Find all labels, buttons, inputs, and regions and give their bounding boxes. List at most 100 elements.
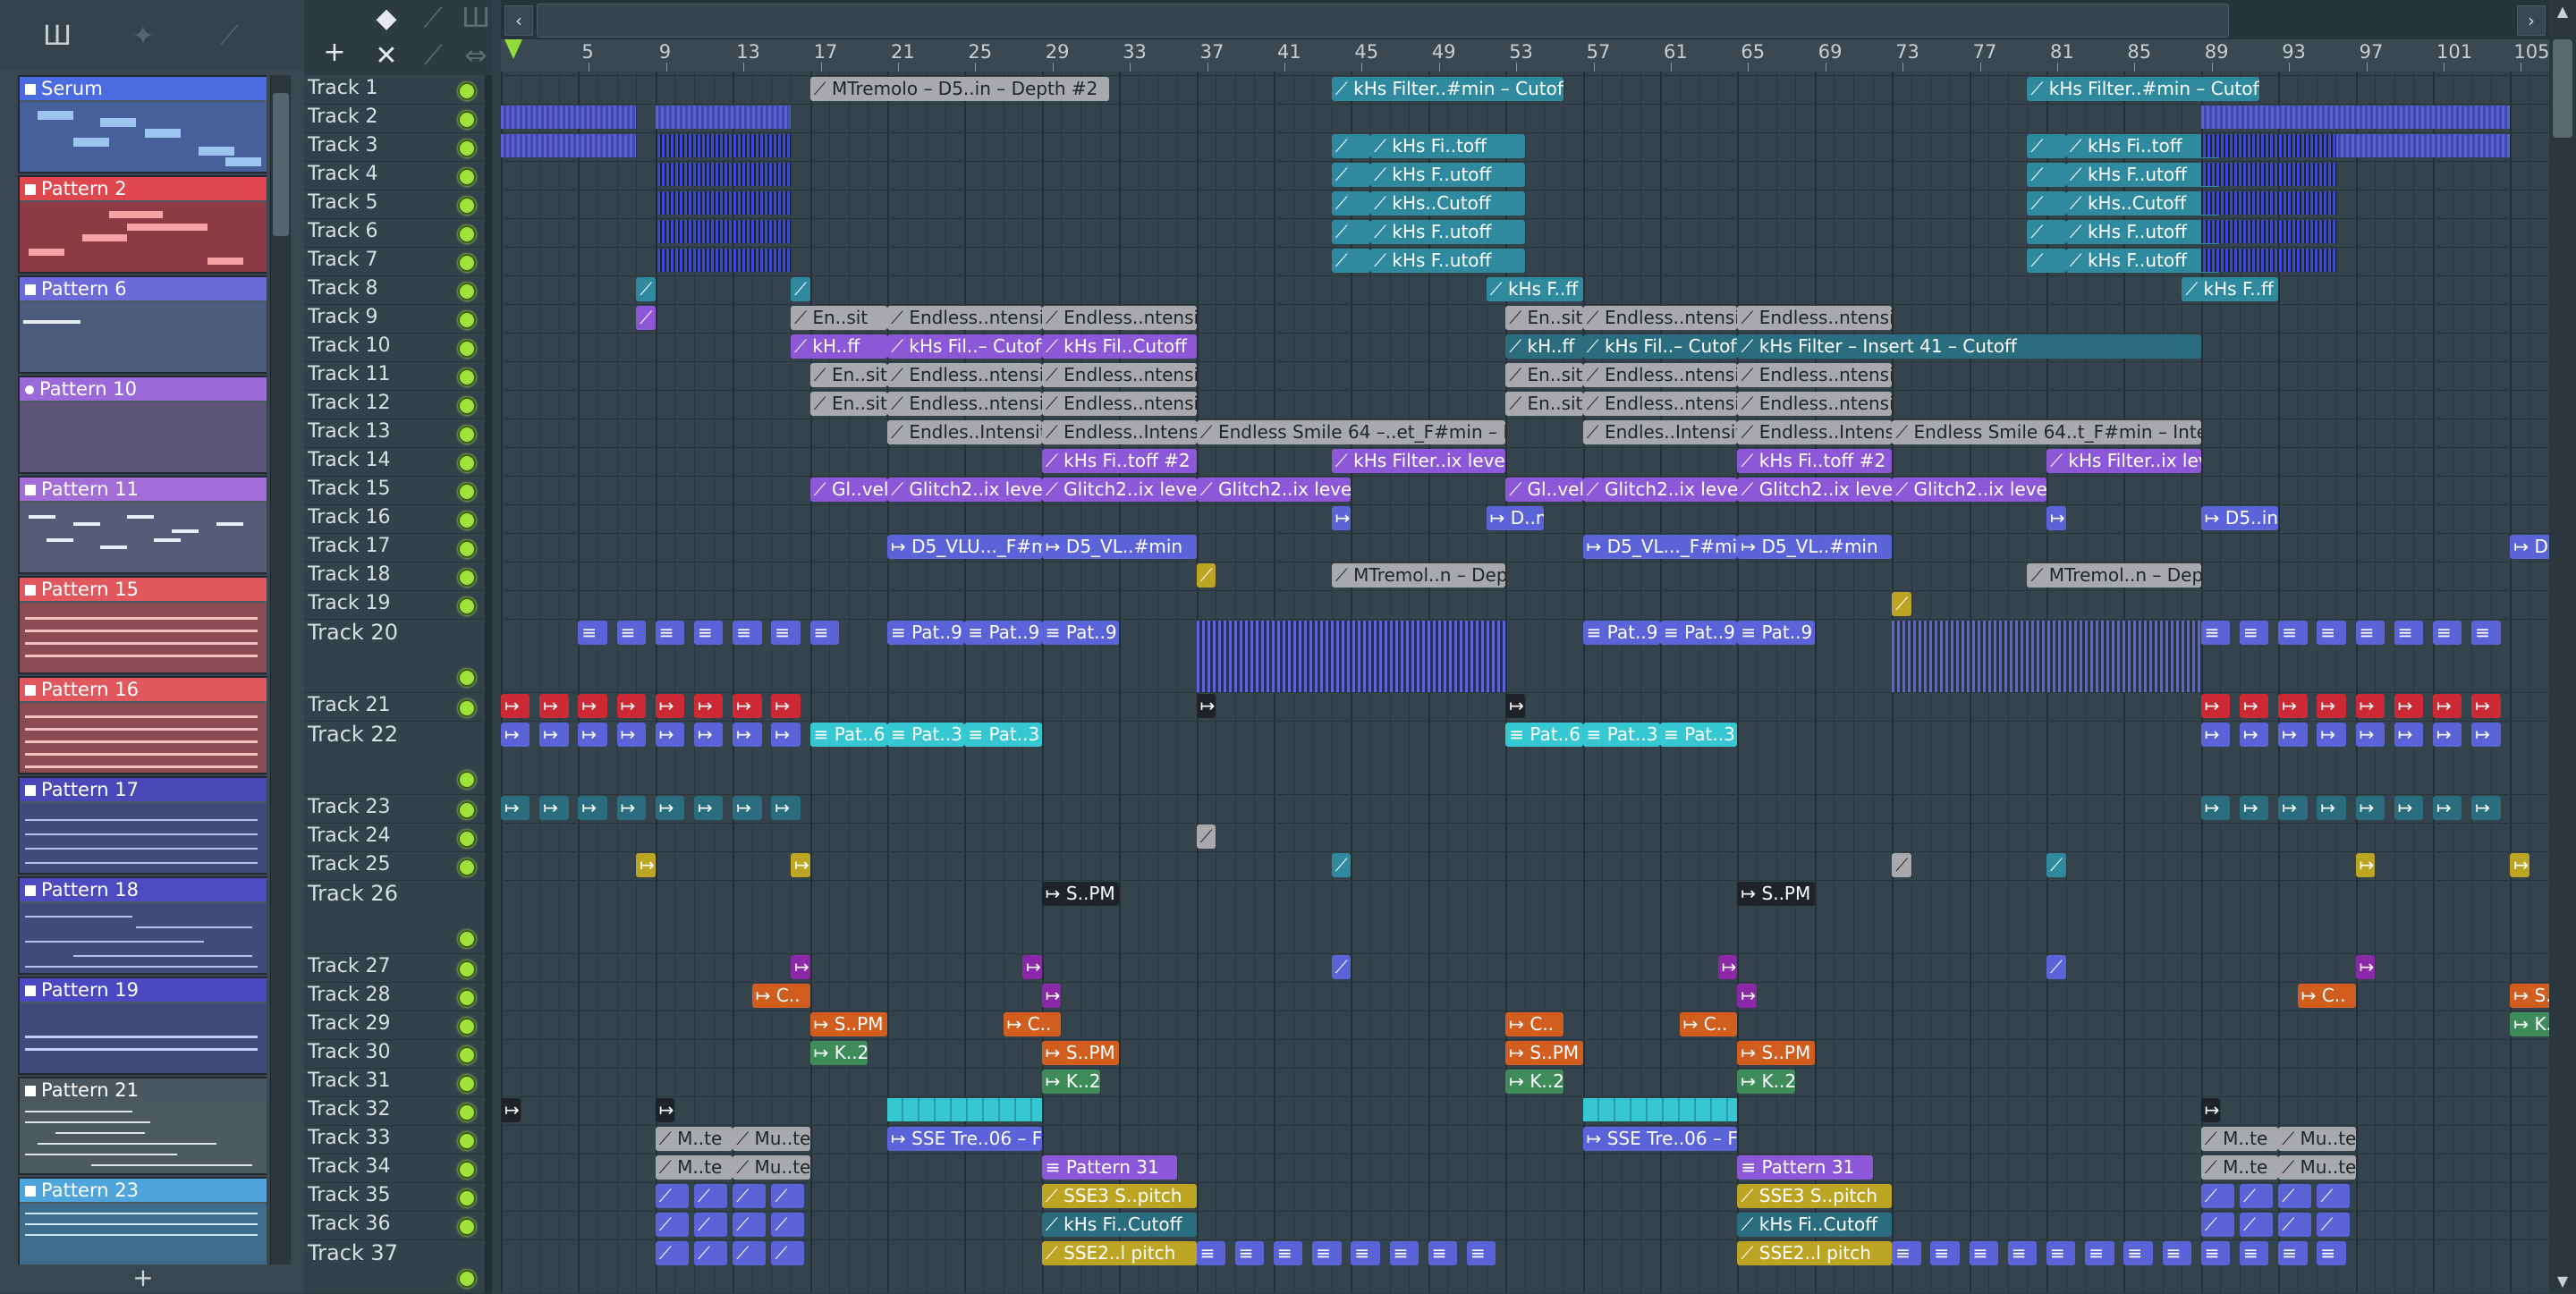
playlist-clip[interactable]: ↦: [617, 796, 646, 820]
playlist-clip[interactable]: ⟋: [2027, 220, 2065, 244]
playlist-clip[interactable]: ⟋: [791, 277, 810, 301]
picker-scroll-thumb[interactable]: [273, 93, 289, 236]
track-name[interactable]: Track 1: [308, 75, 378, 102]
track-resize-handle[interactable]: [485, 104, 492, 132]
playlist-clip[interactable]: ⟋ En..sit: [791, 306, 887, 330]
playlist-clip[interactable]: ⟋: [1197, 563, 1216, 588]
track-mute-led[interactable]: [458, 254, 476, 272]
playlist-clip[interactable]: ⟋ Gl..vel: [1505, 478, 1582, 502]
track-mute-led[interactable]: [458, 1018, 476, 1036]
playlist-clip-strip[interactable]: [1197, 621, 1506, 692]
playlist-clip[interactable]: ↦: [2471, 694, 2500, 718]
track-resize-handle[interactable]: [485, 1125, 492, 1154]
playlist-clip[interactable]: ≡: [771, 621, 800, 645]
track-header[interactable]: Track 32: [304, 1096, 492, 1126]
track-resize-handle[interactable]: [485, 1011, 492, 1039]
track-name[interactable]: Track 24: [308, 823, 391, 850]
track-name[interactable]: Track 5: [308, 190, 378, 216]
playlist-clip[interactable]: ⟋: [2278, 1213, 2311, 1237]
track-header[interactable]: Track 20: [304, 619, 492, 693]
playlist-clip[interactable]: ⟋ kHs Fi..Cutoff: [1042, 1213, 1197, 1237]
playlist-clip[interactable]: ↦: [1737, 984, 1757, 1008]
track-header[interactable]: Track 18: [304, 562, 492, 591]
track-resize-handle[interactable]: [485, 794, 492, 823]
playlist-clip[interactable]: ⟋ kHs Filter..ix level: [2046, 449, 2201, 473]
playlist-clip[interactable]: ⟋: [2027, 134, 2065, 158]
playlist-clip[interactable]: ↦: [617, 723, 646, 747]
track-mute-led[interactable]: [458, 930, 476, 948]
playlist-clip[interactable]: ⟋: [771, 1184, 804, 1208]
playlist-clip[interactable]: ↦: [501, 694, 530, 718]
track-mute-led[interactable]: [458, 225, 476, 243]
track-mute-led[interactable]: [458, 283, 476, 300]
playlist-clip[interactable]: ≡ Pat..3: [887, 723, 964, 747]
playhead-marker[interactable]: [504, 39, 522, 59]
playlist-clip[interactable]: ≡: [1428, 1241, 1457, 1265]
pattern-item-15[interactable]: Pattern 15: [18, 576, 267, 674]
playlist-clip[interactable]: ↦: [733, 723, 761, 747]
track-mute-led[interactable]: [458, 960, 476, 978]
playlist-clip[interactable]: ≡: [1390, 1241, 1419, 1265]
playlist-clip[interactable]: ⟋ SSE3 S..pitch: [1737, 1184, 1892, 1208]
playlist-clip[interactable]: ⟋: [2201, 1213, 2234, 1237]
playlist-clip[interactable]: ⟋ Endless..ntensit: [1583, 363, 1738, 387]
track-resize-handle[interactable]: [485, 247, 492, 275]
track-name[interactable]: Track 34: [308, 1154, 391, 1180]
playlist-clip[interactable]: ↦: [2240, 723, 2268, 747]
playlist-clip[interactable]: ≡: [1235, 1241, 1264, 1265]
playlist-clip[interactable]: ⟋: [2027, 191, 2065, 216]
track-mute-led[interactable]: [458, 197, 476, 215]
waveform-icon[interactable]: ✦: [122, 20, 165, 54]
playlist-clip[interactable]: ↦ K..2: [2510, 1012, 2549, 1036]
playlist-clip-strip[interactable]: [887, 1098, 1042, 1121]
playlist-clip[interactable]: ⟋: [1197, 825, 1216, 849]
playlist-clip[interactable]: ⟋ kHs Filter..#min – Cutoff: [1332, 77, 1563, 101]
playlist-clip[interactable]: ≡ Pat..9: [964, 621, 1041, 645]
playlist-clip[interactable]: ↦: [2471, 723, 2500, 747]
track-mute-led[interactable]: [458, 989, 476, 1007]
playlist-clip-strip[interactable]: [2201, 191, 2336, 215]
playlist-clip[interactable]: ⟋ En..sit: [810, 392, 887, 416]
playlist-clip[interactable]: ⟋ kHs Fil..Cutoff: [1042, 334, 1197, 359]
playlist-clip[interactable]: ↦: [2046, 506, 2066, 530]
playlist-clip[interactable]: ↦: [2394, 723, 2423, 747]
track-resize-handle[interactable]: [485, 982, 492, 1011]
playlist-clip[interactable]: ↦: [1718, 955, 1738, 979]
playlist-clip[interactable]: ≡: [2163, 1241, 2191, 1265]
playlist-clip[interactable]: ≡: [1467, 1241, 1496, 1265]
track-name[interactable]: Track 17: [308, 533, 391, 560]
track-header[interactable]: Track 4: [304, 161, 492, 190]
track-resize-handle[interactable]: [485, 161, 492, 190]
track-resize-handle[interactable]: [485, 1068, 492, 1096]
playlist-clip[interactable]: ≡ Pat..9: [1583, 621, 1660, 645]
playlist-clip[interactable]: ⟋: [636, 277, 656, 301]
playlist-clip[interactable]: ↦: [2278, 694, 2307, 718]
track-name[interactable]: Track 15: [308, 476, 391, 503]
playlist-clip[interactable]: ⟋: [771, 1213, 804, 1237]
playlist-clip[interactable]: ⟋ Mu..te: [733, 1155, 809, 1180]
playlist-clip[interactable]: ≡ Pat..9: [887, 621, 964, 645]
playlist-clip[interactable]: ⟋ Endless..ntensit: [887, 363, 1042, 387]
playlist-clip[interactable]: ↦: [733, 796, 761, 820]
playlist-clip[interactable]: ⟋: [1332, 134, 1370, 158]
playlist-clip[interactable]: ↦: [656, 694, 684, 718]
pattern-item-10[interactable]: Pattern 10: [18, 376, 267, 474]
track-resize-handle[interactable]: [485, 218, 492, 247]
track-header[interactable]: Track 9: [304, 304, 492, 334]
playlist-clip[interactable]: ≡: [2008, 1241, 2037, 1265]
track-mute-led[interactable]: [458, 397, 476, 415]
track-name[interactable]: Track 10: [308, 333, 391, 359]
playlist-clip[interactable]: ≡: [1197, 1241, 1225, 1265]
playlist-clip[interactable]: ↦: [501, 1098, 521, 1122]
track-name[interactable]: Track 37: [308, 1239, 398, 1266]
track-mute-led[interactable]: [458, 340, 476, 358]
track-mute-led[interactable]: [458, 1161, 476, 1179]
playlist-clip[interactable]: ≡: [2046, 1241, 2075, 1265]
playlist-clip[interactable]: ↦ K..2: [1505, 1070, 1563, 1094]
track-name[interactable]: Track 25: [308, 851, 391, 878]
playlist-clip-strip[interactable]: [1892, 621, 2201, 692]
playlist-clip[interactable]: ↦: [2278, 723, 2307, 747]
track-header[interactable]: Track 34: [304, 1154, 492, 1183]
track-name[interactable]: Track 31: [308, 1068, 391, 1095]
playlist-clip[interactable]: ⟋ kHs F..ff: [1487, 277, 1583, 301]
